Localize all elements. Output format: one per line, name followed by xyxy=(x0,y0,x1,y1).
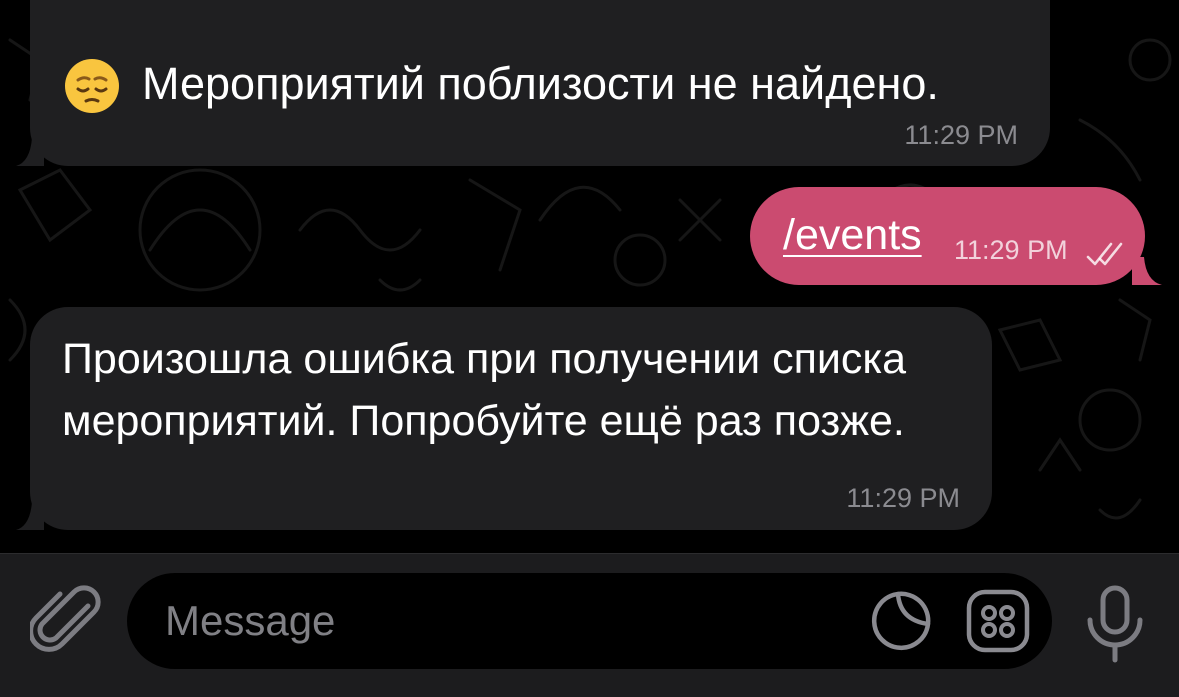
outgoing-message[interactable]: /events 11:29 PM xyxy=(750,187,1145,285)
message-time: 11:29 PM xyxy=(954,235,1068,265)
command-link[interactable]: /events xyxy=(783,207,922,263)
bubble-tail xyxy=(16,138,44,166)
microphone-icon[interactable] xyxy=(1082,584,1148,664)
emoji-keyboard-icon[interactable] xyxy=(965,588,1031,654)
message-time: 11:29 PM xyxy=(846,483,960,513)
double-check-icon xyxy=(1086,242,1123,266)
input-bar xyxy=(0,553,1179,697)
pensive-face-icon xyxy=(65,59,119,113)
bubble-tail xyxy=(16,502,44,530)
message-field[interactable] xyxy=(127,573,1052,669)
message-text: Мероприятий поблизости не найдено. xyxy=(142,58,939,109)
incoming-message[interactable]: Мероприятий поблизости не найдено. 11:29… xyxy=(30,0,1050,166)
message-time: 11:29 PM xyxy=(904,120,1018,150)
bubble-tail xyxy=(1132,257,1162,285)
paperclip-icon[interactable] xyxy=(30,584,102,664)
incoming-message[interactable]: Произошла ошибка при получении списка ме… xyxy=(30,307,992,530)
message-input[interactable] xyxy=(165,573,865,669)
sticker-icon[interactable] xyxy=(870,590,932,652)
message-text: Произошла ошибка при получении списка ме… xyxy=(62,335,907,445)
